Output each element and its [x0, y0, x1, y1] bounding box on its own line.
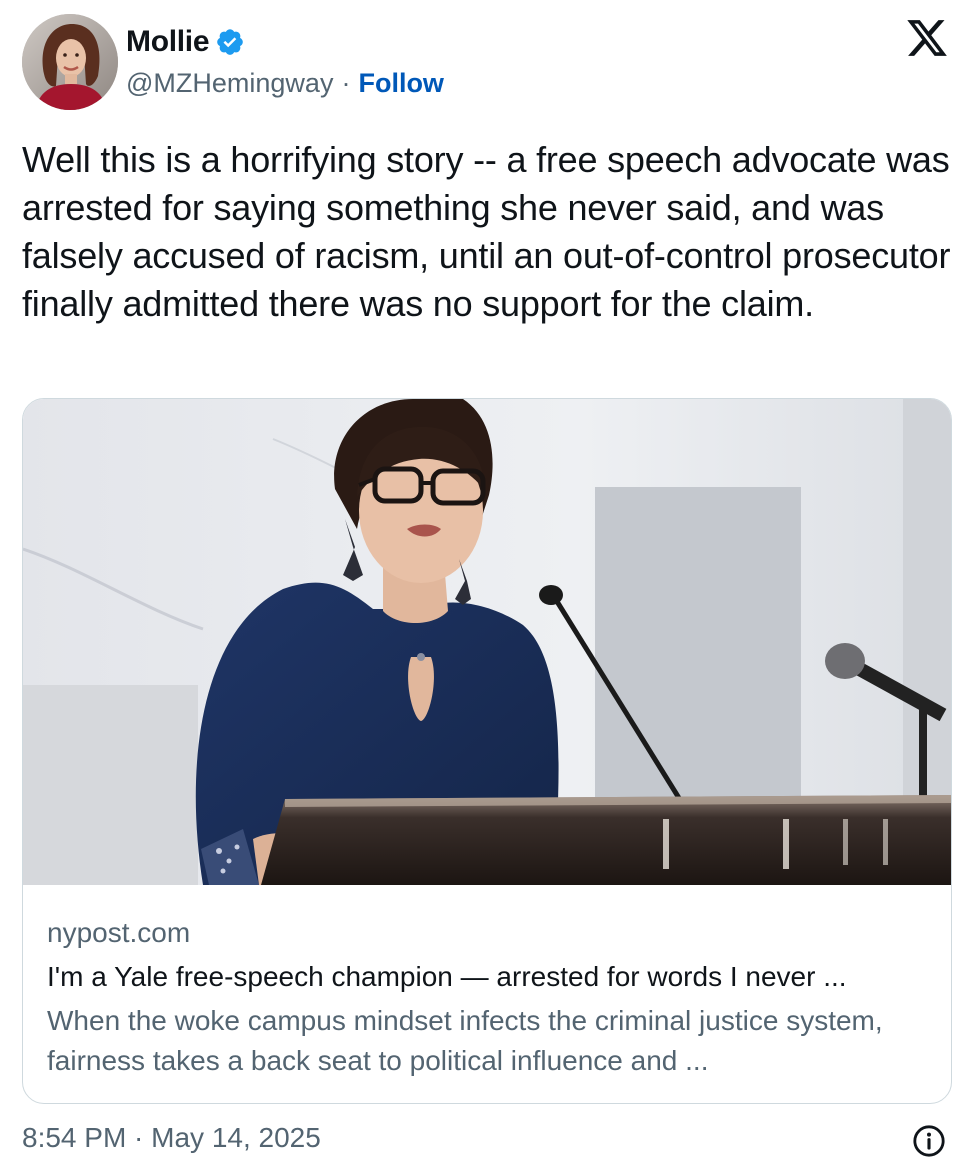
x-logo-icon[interactable]	[904, 16, 950, 60]
author-handle[interactable]: @MZHemingway	[126, 68, 333, 99]
tweet-timestamp[interactable]: 8:54 PM · May 14, 2025	[22, 1122, 321, 1154]
card-image[interactable]	[23, 399, 951, 885]
display-name[interactable]: Mollie	[126, 25, 210, 59]
author-block: Mollie @MZHemingway · Follow	[126, 22, 444, 99]
info-icon[interactable]	[912, 1124, 946, 1158]
card-meta: nypost.com I'm a Yale free-speech champi…	[47, 915, 933, 1081]
tweet-text: Well this is a horrifying story -- a fre…	[22, 139, 951, 324]
link-preview-card[interactable]: nypost.com I'm a Yale free-speech champi…	[22, 398, 952, 1104]
card-title[interactable]: I'm a Yale free-speech champion — arrest…	[47, 959, 933, 995]
avatar[interactable]	[22, 14, 118, 110]
verified-badge-icon	[215, 27, 245, 57]
handle-separator: ·	[341, 68, 351, 98]
follow-button[interactable]: Follow	[358, 68, 443, 99]
name-row: Mollie	[126, 22, 444, 62]
card-description: When the woke campus mindset infects the…	[47, 1005, 883, 1076]
card-domain: nypost.com	[47, 917, 191, 948]
tweet-embed: Mollie @MZHemingway · Follow Well this i…	[0, 0, 978, 1168]
handle-row: @MZHemingway · Follow	[126, 68, 444, 99]
